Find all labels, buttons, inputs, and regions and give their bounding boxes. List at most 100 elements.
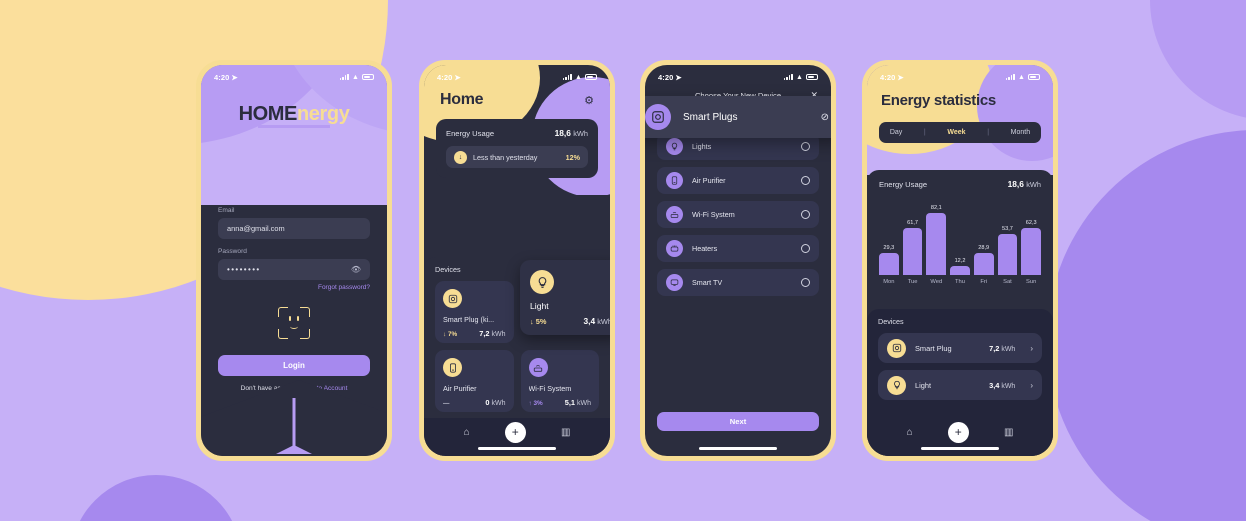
bar-column: 29,3 Mon <box>879 199 899 285</box>
tab-month[interactable]: Month <box>1011 129 1030 136</box>
password-label: Password <box>218 248 247 255</box>
bar-value-label: 28,9 <box>978 245 990 252</box>
option-label: Smart TV <box>692 278 723 287</box>
battery-icon <box>1028 74 1040 80</box>
bar <box>902 228 923 275</box>
energy-usage-value: 18,6 <box>1007 179 1024 189</box>
bar <box>1021 227 1042 275</box>
radio-button[interactable] <box>801 278 810 287</box>
status-bar: 4:20 ➤ ▲ <box>645 65 831 85</box>
background-blob-purple-right <box>1047 130 1246 521</box>
bar-category-label: Mon <box>883 279 895 285</box>
status-time: 4:20 <box>880 72 896 82</box>
battery-icon <box>585 74 597 80</box>
bar-category-label: Tue <box>907 279 918 285</box>
add-device-button[interactable]: + <box>504 421 526 443</box>
energy-usage-card: Energy Usage 18,6 kWh ↓ Less than yester… <box>436 119 598 178</box>
wifi-icon: ▲ <box>351 73 359 81</box>
device-name: Wi-Fi System <box>528 384 572 393</box>
chevron-right-icon[interactable]: › <box>1030 344 1033 353</box>
bar-value-label: 61,7 <box>907 220 919 227</box>
wifi-icon <box>528 358 548 377</box>
device-option-air-purifier[interactable]: Air Purifier <box>657 167 819 194</box>
device-popup-light[interactable]: Light ↓ 5% 3,4 kWh <box>520 260 610 335</box>
face-id-icon[interactable] <box>278 307 310 339</box>
tab-week[interactable]: Week <box>947 129 965 136</box>
devices-label: Devices <box>878 317 904 326</box>
device-row-light[interactable]: Light 3,4 kWh › <box>878 370 1042 400</box>
popup-delta: ↓ 5% <box>530 317 547 326</box>
device-card-wifi-system[interactable]: Wi-Fi System ↑ 3% 5,1 kWh <box>520 350 599 412</box>
device-card-smart-plug[interactable]: Smart Plug (ki... ↓ 7% 7,2 kWh <box>435 281 514 343</box>
device-kwh: 7,2 <box>989 343 1000 353</box>
status-bar: 4:20 ➤ ▲ <box>424 65 610 85</box>
eye-off-icon[interactable]: 👁 <box>351 265 361 274</box>
bar <box>950 265 970 275</box>
status-bar: 4:20 ➤ ▲ <box>867 65 1053 85</box>
status-time: 4:20 <box>658 72 674 82</box>
wifi-icon: ▲ <box>795 73 803 81</box>
status-bar: 4:20 ➤ ▲ <box>201 65 387 85</box>
purifier-icon <box>666 172 683 189</box>
bar-value-label: 82,1 <box>930 204 942 211</box>
bar-value-label: 62,3 <box>1025 219 1037 226</box>
device-kwh: 5,1 <box>564 398 576 407</box>
device-option-smart-tv[interactable]: Smart TV <box>657 269 819 296</box>
tab-stats-icon[interactable]: ▥ <box>1004 427 1013 438</box>
password-field[interactable]: •••••••• 👁 <box>218 259 370 280</box>
tab-home-icon[interactable]: ⌂ <box>464 427 470 438</box>
next-button[interactable]: Next <box>657 412 819 431</box>
energy-usage-unit: kWh <box>573 129 588 138</box>
bar <box>926 212 947 275</box>
forgot-password-link[interactable]: Forgot password? <box>218 284 370 291</box>
radio-button[interactable] <box>801 142 810 151</box>
radio-button[interactable] <box>801 210 810 219</box>
bar-category-label: Sun <box>1026 279 1037 285</box>
password-value: •••••••• <box>227 265 261 274</box>
option-label: Lights <box>692 142 712 151</box>
popup-device-name: Light <box>530 301 549 311</box>
device-name: Smart Plug (ki... <box>443 315 495 324</box>
battery-icon <box>806 74 818 80</box>
bar-column: 53,7 Sat <box>997 199 1018 285</box>
gear-icon[interactable]: ⚙ <box>584 94 594 107</box>
signal-icon <box>562 74 572 80</box>
app-logo: HOMEnergy <box>201 103 387 126</box>
add-device-button[interactable]: + <box>947 421 969 443</box>
selected-device-card[interactable]: Smart Plugs ⊘ <box>645 96 831 138</box>
device-option-wifi-system[interactable]: Wi-Fi System <box>657 201 819 228</box>
background-blob-purple-topright <box>1150 0 1246 120</box>
radio-button[interactable] <box>801 176 810 185</box>
home-indicator <box>478 446 556 450</box>
tab-stats-icon[interactable]: ▥ <box>561 427 570 438</box>
tab-home-icon[interactable]: ⌂ <box>907 427 913 438</box>
device-delta: ↓ 7% <box>443 331 458 338</box>
phone-energy-statistics: 4:20 ➤ ▲ Energy statistics Day | Week | M… <box>862 60 1058 461</box>
bar <box>997 234 1018 275</box>
signal-icon <box>339 74 349 80</box>
bulb-icon <box>666 138 683 155</box>
bulb-icon <box>530 270 554 294</box>
radio-button[interactable] <box>801 244 810 253</box>
check-circle-icon[interactable]: ⊘ <box>821 112 829 123</box>
device-name: Light <box>915 380 932 390</box>
tab-day[interactable]: Day <box>890 129 902 136</box>
selected-device-label: Smart Plugs <box>683 111 738 123</box>
device-name: Smart Plug <box>915 343 952 353</box>
login-hero <box>201 65 387 205</box>
bottom-tab-bar: ⌂ + ▥ <box>424 418 610 456</box>
wifi-icon: ▲ <box>574 73 582 81</box>
login-button[interactable]: Login <box>218 355 370 376</box>
bar <box>879 252 899 275</box>
device-kwh: 7,2 <box>479 329 490 338</box>
chevron-right-icon[interactable]: › <box>1030 381 1033 390</box>
heater-icon <box>666 240 683 257</box>
popup-kwh: 3,4 <box>583 316 596 326</box>
email-field[interactable]: anna@gmail.com <box>218 218 370 239</box>
device-row-smart-plug[interactable]: Smart Plug 7,2 kWh › <box>878 333 1042 363</box>
device-option-heaters[interactable]: Heaters <box>657 235 819 262</box>
device-card-air-purifier[interactable]: Air Purifier — 0 kWh <box>435 350 514 412</box>
location-icon: ➤ <box>897 72 904 82</box>
status-time: 4:20 <box>437 72 453 82</box>
bottom-tab-bar: ⌂ + ▥ <box>867 418 1053 456</box>
